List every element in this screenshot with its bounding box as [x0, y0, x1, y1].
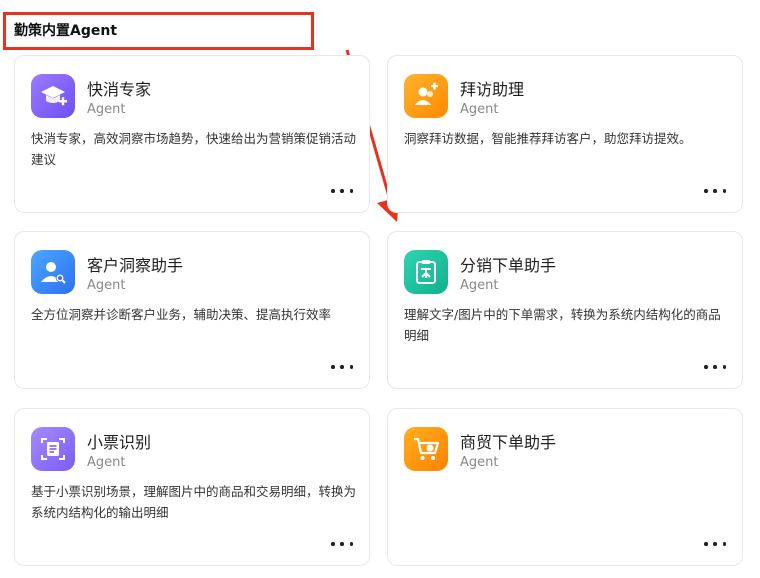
annotation-highlight-box	[3, 12, 314, 50]
more-options-icon[interactable]	[331, 541, 353, 547]
agent-name: 分销下单助手	[460, 256, 557, 275]
user-search-icon	[31, 250, 75, 294]
agent-name: 拜访助理	[460, 80, 525, 99]
agent-name: 客户洞察助手	[87, 256, 184, 275]
agent-name: 小票识别	[87, 433, 152, 452]
more-options-icon[interactable]	[331, 364, 353, 370]
agent-card-kuaixiao[interactable]: 快消专家 Agent 快消专家，高效洞察市场趋势，快速给出为营销策促销活动建议	[14, 55, 370, 213]
agent-name: 快消专家	[87, 80, 152, 99]
more-options-icon[interactable]	[704, 541, 726, 547]
agent-description: 理解文字/图片中的下单需求，转换为系统内结构化的商品明细	[404, 307, 721, 343]
agent-description: 快消专家，高效洞察市场趋势，快速给出为营销策促销活动建议	[31, 131, 357, 167]
agent-card-kehu[interactable]: 客户洞察助手 Agent 全方位洞察并诊断客户业务，辅助决策、提高执行效率	[14, 231, 370, 389]
agent-type: Agent	[460, 102, 499, 117]
receipt-scan-icon	[31, 427, 75, 471]
clipboard-hierarchy-icon	[404, 250, 448, 294]
agent-description: 基于小票识别场景，理解图片中的商品和交易明细，转换为系统内结构化的输出明细	[31, 484, 357, 520]
more-options-icon[interactable]	[704, 364, 726, 370]
shopping-cart-icon	[404, 427, 448, 471]
agent-description: 洞察拜访数据，智能推荐拜访客户，助您拜访提效。	[404, 131, 692, 146]
more-options-icon[interactable]	[331, 188, 353, 194]
agent-card-xiaopiao[interactable]: 小票识别 Agent 基于小票识别场景，理解图片中的商品和交易明细，转换为系统内…	[14, 408, 370, 566]
agent-type: Agent	[460, 278, 499, 293]
agent-type: Agent	[87, 278, 126, 293]
agent-description: 全方位洞察并诊断客户业务，辅助决策、提高执行效率	[31, 307, 332, 322]
agent-card-shangmao[interactable]: 商贸下单助手 Agent	[387, 408, 743, 566]
agent-type: Agent	[87, 102, 126, 117]
more-options-icon[interactable]	[704, 188, 726, 194]
people-plus-icon	[404, 74, 448, 118]
agent-type: Agent	[460, 455, 499, 470]
agent-card-baifang[interactable]: 拜访助理 Agent 洞察拜访数据，智能推荐拜访客户，助您拜访提效。	[387, 55, 743, 213]
graduation-cap-plus-icon	[31, 74, 75, 118]
agent-card-fenxiao[interactable]: 分销下单助手 Agent 理解文字/图片中的下单需求，转换为系统内结构化的商品明…	[387, 231, 743, 389]
agent-name: 商贸下单助手	[460, 433, 557, 452]
agent-type: Agent	[87, 455, 126, 470]
